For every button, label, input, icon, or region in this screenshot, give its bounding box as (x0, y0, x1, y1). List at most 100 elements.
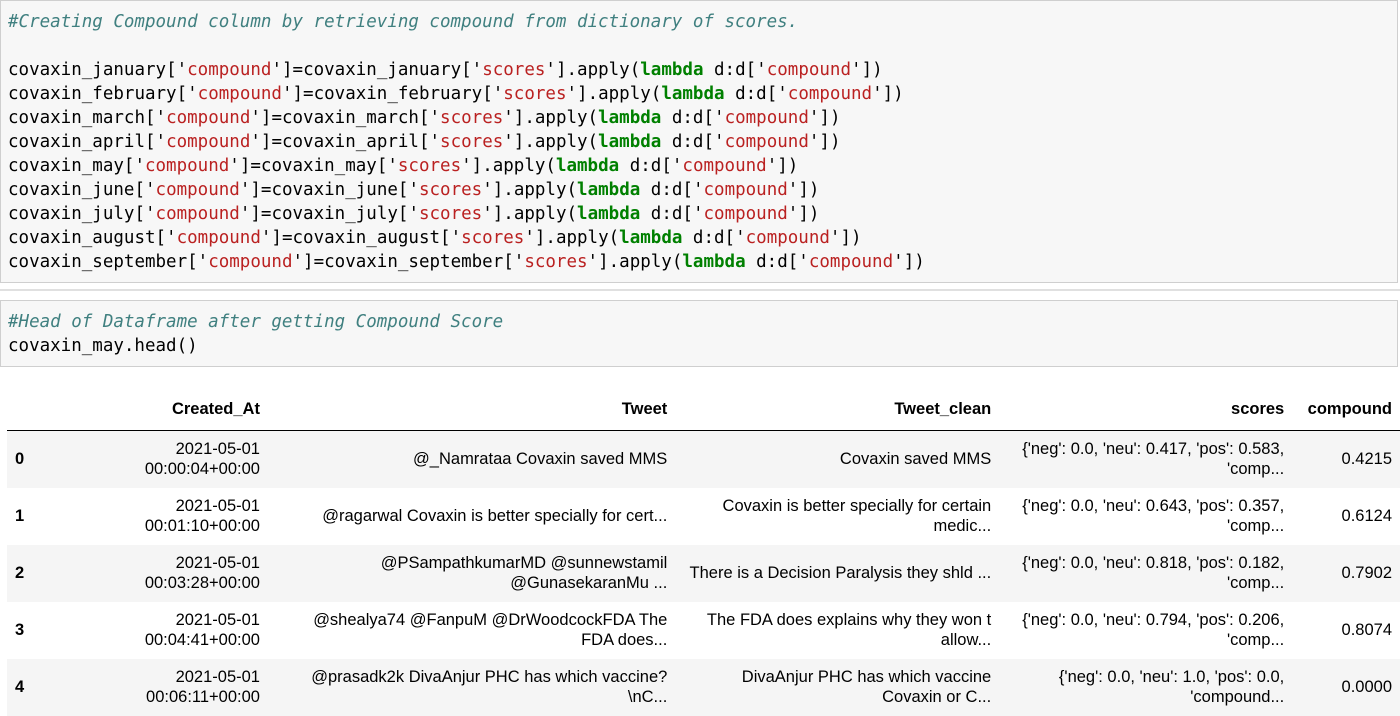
cell-created-at: 2021-05-01 00:04:41+00:00 (106, 602, 268, 659)
code-token: covaxin_ (324, 252, 409, 272)
code-token: d:d[ (745, 252, 799, 272)
code-token: ]) (861, 60, 883, 80)
code-token: compound (703, 204, 788, 224)
cell-text: @_Namrataa Covaxin saved MMS (413, 450, 668, 469)
code-token: compound (187, 60, 272, 80)
code-token: ]) (882, 84, 904, 104)
cell-scores: {'neg': 0.0, 'neu': 0.794, 'pos': 0.206,… (999, 602, 1292, 659)
code-punct: ' (766, 156, 778, 176)
cell-tweet-clean: DivaAnjur PHC has which vaccine Covaxin o… (675, 659, 999, 716)
code-token: lambda (661, 84, 725, 104)
code-token: covaxin_ (260, 156, 346, 176)
row-index: 1 (7, 488, 106, 545)
code-token: april (92, 132, 145, 152)
row-index: 2 (7, 545, 106, 602)
code-token: '] (482, 180, 504, 200)
cell-scores: {'neg': 0.0, 'neu': 1.0, 'pos': 0.0, 'com… (999, 659, 1292, 716)
cell-text: @ragarwal Covaxin is better specially fo… (322, 507, 668, 525)
cell-text: 2021-05-01 (175, 440, 260, 459)
cell-text: 2021-05-01 (175, 497, 260, 515)
code-punct: = (292, 60, 304, 80)
code-token: .apply( (524, 108, 599, 128)
code-punct: = (281, 228, 293, 248)
cell-text: {'neg': 0.0, 'neu': 1.0, 'pos': 0.0, (1058, 668, 1285, 686)
code-cell-head[interactable]: #Head of Dataframe after getting Compoun… (0, 300, 1398, 367)
header-compound: compound (1292, 388, 1400, 431)
code-token: lambda (640, 60, 704, 80)
code-token: .apply( (524, 132, 599, 152)
cell-text: {'neg': 0.0, 'neu': 0.794, 'pos': 0.206, (1022, 611, 1285, 629)
code-punct: ' (872, 84, 883, 104)
table-row: 0 2021-05-01 00:00:04+00:00 @_Namrataa Cova… (7, 430, 1400, 488)
row-index: 4 (7, 659, 106, 716)
code-token: '] (271, 60, 293, 80)
dataframe-header-row: Created_At Tweet Tweet_clean scores comp… (7, 388, 1400, 431)
code-line: covaxin_april['compound']=covaxin_april[… (8, 130, 840, 154)
code-token: june (92, 180, 135, 200)
code-comment: #Head of Dataframe after getting Compoun… (8, 312, 504, 332)
code-cell-compound[interactable]: #Creating Compound column by retrieving … (0, 0, 1398, 283)
code-punct: ' (893, 252, 904, 272)
code-token: [' (397, 180, 419, 200)
code-token: ]) (903, 252, 925, 272)
code-token: lambda (682, 252, 746, 272)
code-token: covaxin_ (313, 84, 398, 104)
code-token: d:d[ (661, 132, 715, 152)
code-token: january (92, 60, 167, 80)
code-punct: ' (735, 228, 746, 248)
code-token: scores (482, 60, 546, 80)
cell-text: @prasadk2k DivaAnjur PHC has which vacci… (311, 668, 668, 686)
code-token: d:d[ (640, 204, 693, 224)
cell-tweet-clean: There is a Decision Paralysis they shld … (675, 545, 999, 602)
code-punct: ' (714, 108, 725, 128)
code-token: '] (545, 60, 567, 80)
code-token: scores (524, 252, 588, 272)
dataframe-output: Created_At Tweet Tweet_clean scores comp… (7, 388, 1400, 716)
code-token: compound (155, 204, 240, 224)
code-line: covaxin_march['compound']=covaxin_march[… (8, 106, 840, 130)
code-punct: ' (692, 180, 704, 200)
code-token: scores (397, 156, 462, 176)
cell-text: 'comp... (1226, 517, 1285, 535)
cell-text: 3 (15, 620, 25, 639)
code-token: compound (197, 84, 282, 104)
table-row: 4 2021-05-01 00:06:11+00:00 @prasadk2k Diva… (7, 658, 1400, 716)
cell-tweet: @PSampathkumarMD @sunnewstamil @Gunasekar… (268, 545, 675, 602)
code-token: '] (260, 228, 282, 248)
cell-text: The FDA does explains why they won t (706, 611, 992, 629)
cell-text: {'neg': 0.0, 'neu': 0.818, 'pos': 0.182, (1022, 554, 1285, 572)
header-tweet-clean: Tweet_clean (675, 388, 1000, 431)
code-token: '] (281, 84, 304, 104)
code-line: covaxin_june['compound']=covaxin_june['s… (8, 178, 819, 202)
code-token: compound (724, 108, 809, 128)
code-token: july (92, 204, 135, 224)
code-token: scores (503, 84, 567, 104)
code-token: lambda (577, 180, 641, 200)
code-token: [' (418, 132, 441, 152)
header-index (7, 388, 107, 431)
cell-compound: 0.6124 (1292, 488, 1400, 545)
code-token: covaxin_ (8, 228, 93, 248)
cell-scores: {'neg': 0.0, 'neu': 0.417, 'pos': 0.583,… (999, 431, 1292, 488)
cell-text: 00:00:04+00:00 (144, 460, 260, 479)
cell-compound: 0.0000 (1292, 659, 1400, 716)
code-token: compound (787, 84, 873, 104)
code-token: [' (376, 156, 398, 176)
code-token: august (376, 228, 441, 248)
cell-tweet: @_Namrataa Covaxin saved MMS (268, 431, 675, 488)
code-punct: ' (808, 108, 820, 128)
cell-text: 2021-05-01 (175, 611, 260, 629)
cell-compound: 0.4215 (1292, 431, 1400, 488)
code-token: compound (155, 180, 240, 200)
code-token: june (355, 180, 398, 200)
code-token: .apply( (608, 252, 683, 272)
code-token: compound (166, 108, 251, 128)
code-token: [' (482, 84, 504, 104)
code-line: covaxin_july['compound']=covaxin_july['s… (8, 202, 819, 226)
code-token: [' (440, 228, 462, 248)
code-token: '] (461, 156, 483, 176)
cell-text: 0.0000 (1341, 678, 1392, 696)
code-token: [' (144, 132, 167, 152)
code-token: ]) (819, 108, 841, 128)
code-token: '] (503, 132, 525, 152)
